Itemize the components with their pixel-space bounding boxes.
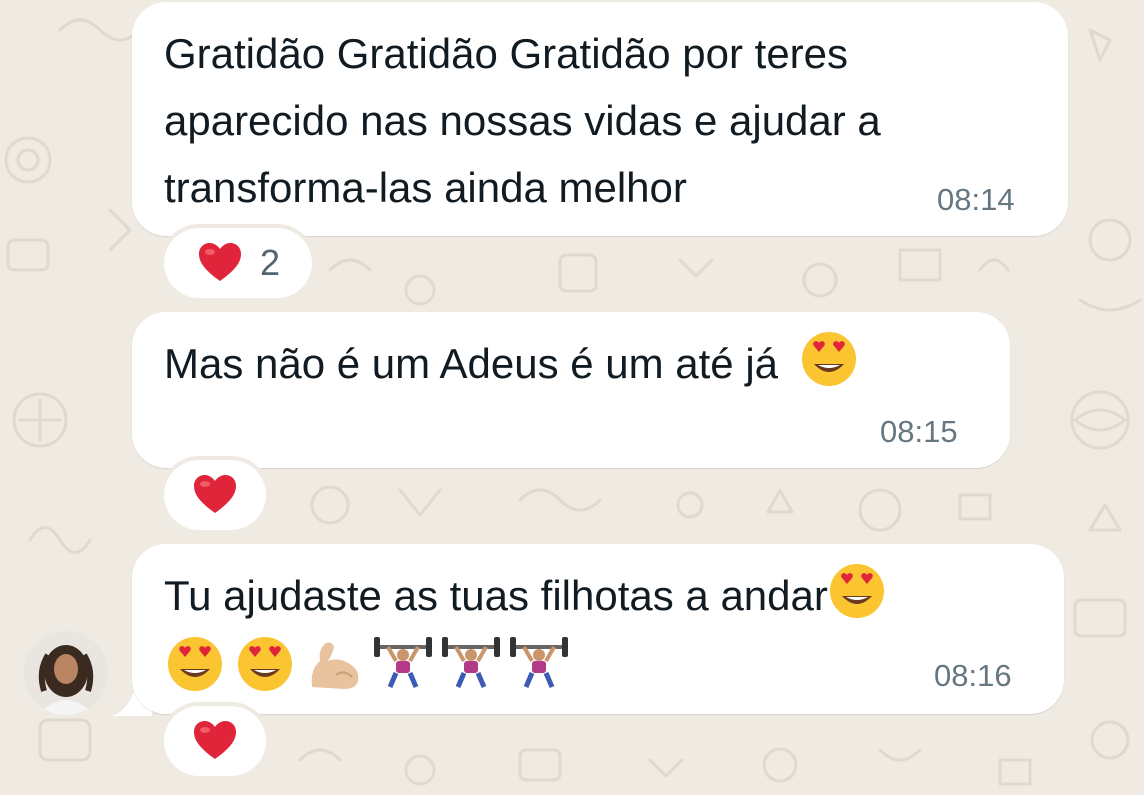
- message-bubble[interactable]: Tu ajudaste as tuas filhotas a andar 08:…: [132, 544, 1064, 714]
- message-line: Gratidão Gratidão Gratidão por teres: [164, 30, 849, 77]
- message-text: Tu ajudaste as tuas filhotas a andar: [164, 562, 886, 698]
- message-timestamp: 08:16: [934, 658, 1012, 693]
- heart-eyes-emoji-icon: [168, 637, 222, 691]
- heart-eyes-emoji-icon: [801, 332, 856, 386]
- red-heart-icon: [194, 721, 236, 759]
- weightlifter-emoji-icon: [442, 637, 500, 688]
- message-text: Mas não é um Adeus é um até já: [164, 330, 858, 397]
- message-timestamp: 08:15: [880, 414, 958, 449]
- message-line: Tu ajudaste as tuas filhotas a andar: [164, 572, 828, 619]
- reaction-pill[interactable]: [164, 706, 266, 776]
- flexed-biceps-emoji-icon: [311, 642, 359, 689]
- message-bubble[interactable]: Gratidão Gratidão Gratidão por teres apa…: [132, 2, 1068, 236]
- reaction-pill[interactable]: [164, 460, 266, 530]
- weightlifter-emoji-icon: [374, 637, 432, 688]
- reaction-pill[interactable]: 2: [164, 228, 312, 298]
- heart-eyes-emoji-icon: [238, 637, 292, 691]
- message-bubble[interactable]: Mas não é um Adeus é um até já 08:15: [132, 312, 1010, 468]
- message-line: transforma-las ainda melhor: [164, 164, 687, 211]
- reaction-count: 2: [259, 242, 281, 283]
- avatar-photo: [24, 631, 108, 715]
- message-timestamp: 08:14: [937, 182, 1015, 217]
- message-text: Gratidão Gratidão Gratidão por teres apa…: [164, 20, 881, 221]
- heart-eyes-emoji-icon: [829, 564, 884, 618]
- avatar[interactable]: [24, 631, 108, 715]
- red-heart-icon: [194, 475, 236, 513]
- message-line: aparecido nas nossas vidas e ajudar a: [164, 97, 881, 144]
- message-line: Mas não é um Adeus é um até já: [164, 340, 779, 387]
- red-heart-icon: [198, 243, 241, 281]
- weightlifter-emoji-icon: [510, 637, 568, 688]
